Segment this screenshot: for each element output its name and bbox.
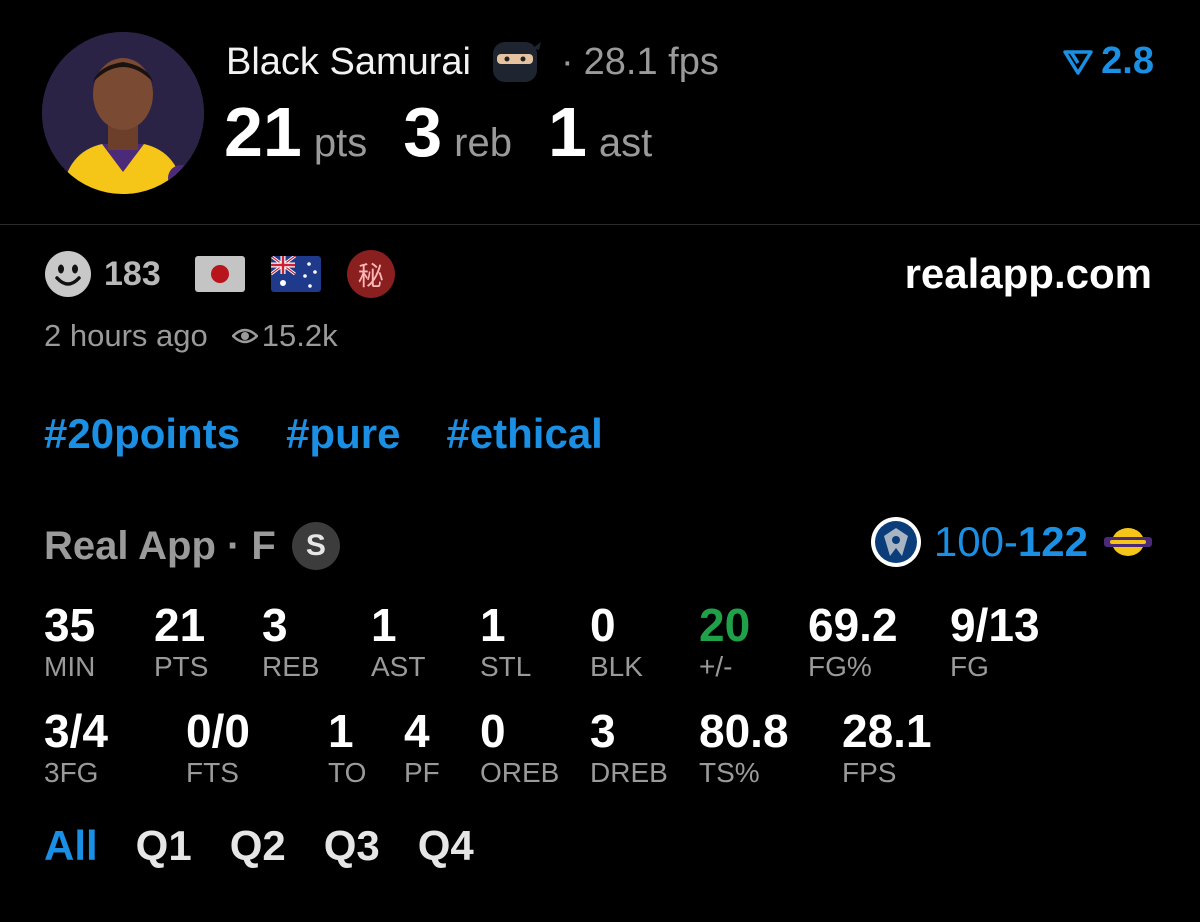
season-badge[interactable]: S <box>291 522 340 570</box>
stat-pf: 4 PF <box>404 706 440 790</box>
assists-unit: ast <box>598 121 653 165</box>
stat-label: STL <box>480 651 532 682</box>
secret-badge-icon[interactable]: 秘 <box>346 250 395 298</box>
rebounds-value: 3 <box>403 93 443 171</box>
quarter-tabs: All Q1 Q2 Q3 Q4 <box>44 822 474 870</box>
mavericks-logo <box>870 517 921 567</box>
divider <box>0 224 1200 225</box>
ninja-icon <box>492 42 541 82</box>
stat-3fg: 3/4 3FG <box>44 706 108 790</box>
stat-label: FTS <box>186 757 239 788</box>
player-name[interactable]: Black Samurai <box>226 41 471 84</box>
score-opponent: 100- <box>933 518 1018 565</box>
hashtag[interactable]: #ethical <box>446 410 602 458</box>
stat-min: 35 MIN <box>44 600 95 684</box>
stat-value: 3/4 <box>44 705 108 757</box>
hashtag[interactable]: #pure <box>286 410 400 458</box>
tab-q3[interactable]: Q3 <box>324 822 380 870</box>
stat-fps: 28.1 FPS <box>842 706 932 790</box>
time-ago: 2 hours ago <box>44 318 208 353</box>
tab-q4[interactable]: Q4 <box>418 822 474 870</box>
stat-label: TO <box>328 757 367 788</box>
stat-dreb: 3 DREB <box>590 706 668 790</box>
stat-value: 1 <box>480 599 506 651</box>
stat-to: 1 TO <box>328 706 366 790</box>
player-name-row: Black Samurai · 28.1 fps <box>226 38 719 86</box>
stat-label: BLK <box>590 651 643 682</box>
stat-fg-pct: 69.2 FG% <box>808 600 898 684</box>
points-unit: pts <box>313 121 368 165</box>
stat-stl: 1 STL <box>480 600 531 684</box>
post-card: Black Samurai · 28.1 fps 2.8 21 pts 3 reb… <box>0 0 1200 922</box>
view-count: 15.2k <box>261 318 338 353</box>
stat-value: 3 <box>262 599 288 651</box>
stat-plus-minus: 20 +/- <box>699 600 750 684</box>
smiley-icon[interactable] <box>44 250 92 298</box>
stat-label: PF <box>404 757 440 788</box>
stat-value: 35 <box>44 599 96 651</box>
stat-label: TS% <box>699 757 760 788</box>
hashtags: #20points #pure #ethical <box>44 410 603 458</box>
game-label[interactable]: Real App · F <box>44 524 276 569</box>
rank-arrow-icon <box>1063 49 1093 75</box>
tab-q2[interactable]: Q2 <box>230 822 286 870</box>
stat-label: PTS <box>154 651 209 682</box>
rebounds-unit: reb <box>454 121 512 165</box>
stat-value: 0 <box>480 705 506 757</box>
stat-fts: 0/0 FTS <box>186 706 250 790</box>
hashtag[interactable]: #20points <box>44 410 240 458</box>
points-value: 21 <box>224 93 302 171</box>
lakers-logo <box>1104 528 1152 556</box>
player-avatar[interactable] <box>42 32 204 194</box>
fps-summary: · 28.1 fps <box>560 40 719 83</box>
assists-value: 1 <box>547 93 587 171</box>
stat-label: DREB <box>590 757 668 788</box>
score-team: 122 <box>1017 518 1088 565</box>
tab-all[interactable]: All <box>44 822 98 870</box>
stat-blk: 0 BLK <box>590 600 643 684</box>
game-score[interactable]: 100- 122 <box>870 516 1154 568</box>
stat-value: 21 <box>154 599 206 651</box>
australia-flag-icon[interactable] <box>270 256 321 292</box>
stat-ast: 1 AST <box>371 600 425 684</box>
stat-value: 20 <box>699 599 751 651</box>
reactions-row: 183 秘 <box>44 250 395 298</box>
stat-reb: 3 REB <box>262 600 320 684</box>
game-info: Real App · F S <box>44 522 340 570</box>
stat-value: 80.8 <box>699 705 789 757</box>
stat-value: 69.2 <box>808 599 898 651</box>
stat-label: REB <box>262 651 320 682</box>
stat-value: 1 <box>371 599 397 651</box>
rank-indicator[interactable]: 2.8 <box>1063 40 1154 83</box>
stat-label: FG <box>950 651 989 682</box>
stat-value: 0 <box>590 599 616 651</box>
headline-stats: 21 pts 3 reb 1 ast <box>224 92 688 172</box>
stat-value: 4 <box>404 705 430 757</box>
stat-ts-pct: 80.8 TS% <box>699 706 789 790</box>
japan-flag-icon[interactable] <box>194 256 245 292</box>
stat-value: 3 <box>590 705 616 757</box>
stat-oreb: 0 OREB <box>480 706 559 790</box>
stat-value: 28.1 <box>842 705 932 757</box>
stat-fg: 9/13 FG <box>950 600 1040 684</box>
stat-label: FPS <box>842 757 897 788</box>
site-link[interactable]: realapp.com <box>905 250 1152 298</box>
stat-label: +/- <box>699 651 733 682</box>
stat-label: 3FG <box>44 757 99 788</box>
stat-value: 1 <box>328 705 354 757</box>
stat-value: 0/0 <box>186 705 250 757</box>
reaction-count: 183 <box>104 254 161 293</box>
eye-icon <box>231 328 258 344</box>
tab-q1[interactable]: Q1 <box>136 822 192 870</box>
stat-value: 9/13 <box>950 599 1040 651</box>
stat-label: FG% <box>808 651 872 682</box>
post-meta: 2 hours ago 15.2k <box>44 318 338 354</box>
stat-pts: 21 PTS <box>154 600 208 684</box>
stat-label: AST <box>371 651 426 682</box>
rank-value: 2.8 <box>1101 40 1154 82</box>
stat-label: OREB <box>480 757 560 788</box>
stat-label: MIN <box>44 651 96 682</box>
